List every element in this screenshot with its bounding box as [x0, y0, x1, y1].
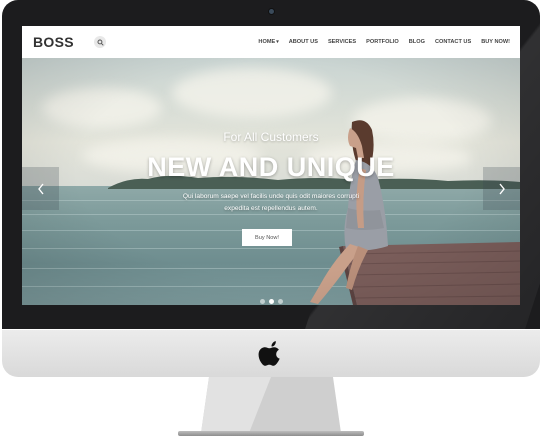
hero-description-line: Qui laborum saepe vel facilis unde quis …: [182, 193, 360, 200]
nav-item-home[interactable]: HOME▾: [258, 39, 278, 45]
nav-item-buy-now[interactable]: BUY NOW!: [481, 39, 510, 45]
slider-dot[interactable]: [277, 299, 283, 304]
slider-next-button[interactable]: [483, 167, 520, 210]
nav-item-contact-us[interactable]: CONTACT US: [435, 39, 471, 45]
buy-now-button[interactable]: Buy Now!: [242, 229, 292, 246]
hero-slider: For All Customers NEW AND UNIQUE Qui lab…: [22, 58, 520, 305]
hero-title: NEW AND UNIQUE: [147, 152, 395, 182]
main-nav: HOME▾ ABOUT US SERVICES PORTFOLIO BLOG C…: [258, 26, 510, 58]
chevron-down-icon: ▾: [276, 39, 279, 45]
monitor-stand: [201, 377, 341, 433]
hero-description-line: expedita est repellendus autem.: [224, 205, 318, 212]
slider-dots: [22, 299, 520, 304]
chevron-left-icon: [37, 183, 44, 194]
nav-item-portfolio[interactable]: PORTFOLIO: [366, 39, 399, 45]
nav-item-about-us[interactable]: ABOUT US: [289, 39, 318, 45]
chevron-right-icon: [498, 183, 505, 194]
slider-dot[interactable]: [268, 299, 274, 304]
slider-prev-button[interactable]: [22, 167, 59, 210]
hero-subtitle: For All Customers: [223, 130, 319, 144]
site-logo[interactable]: BOSS: [33, 34, 74, 50]
slider-dot[interactable]: [259, 299, 265, 304]
monitor-stand-base: [178, 431, 364, 436]
hero-description: Qui laborum saepe vel facilis unde quis …: [156, 191, 386, 215]
nav-item-services[interactable]: SERVICES: [328, 39, 356, 45]
camera-icon: [269, 9, 274, 14]
site-header: BOSS HOME▾ ABOUT US SERVICES PORTFOLIO B…: [22, 26, 520, 59]
search-icon: [96, 38, 104, 46]
search-button[interactable]: [94, 36, 106, 48]
apple-logo-icon: [258, 341, 280, 366]
website-screen: BOSS HOME▾ ABOUT US SERVICES PORTFOLIO B…: [22, 26, 520, 305]
nav-item-label: HOME: [258, 39, 276, 45]
nav-item-blog[interactable]: BLOG: [409, 39, 425, 45]
